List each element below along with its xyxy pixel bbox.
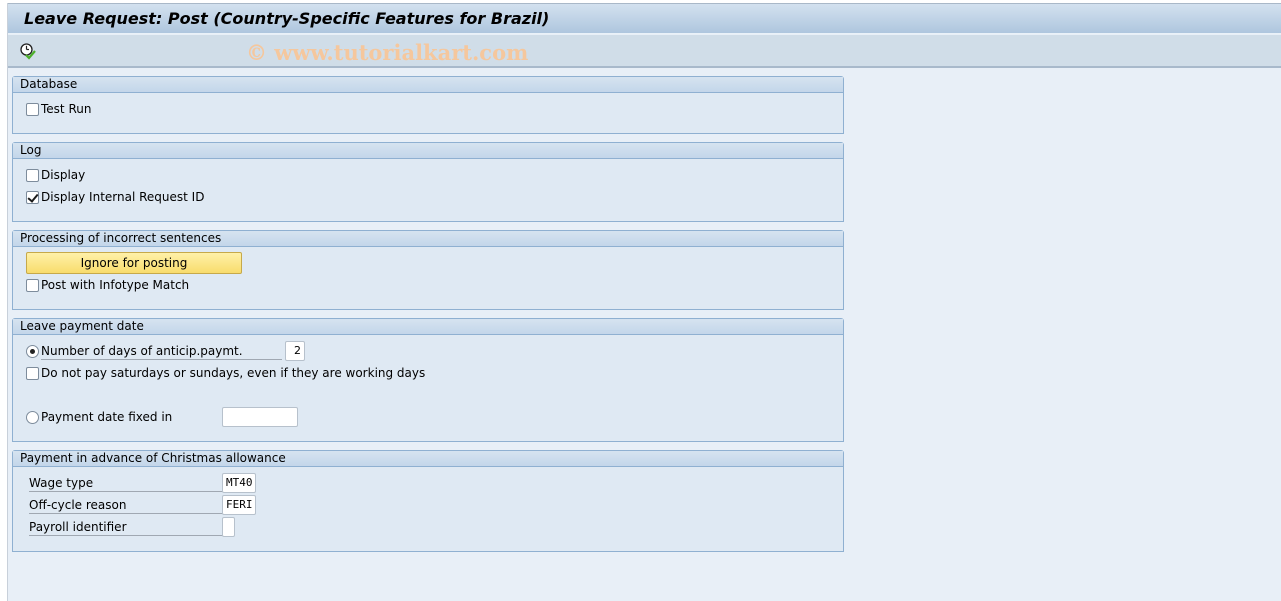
sap-window: Leave Request: Post (Country-Specific Fe… bbox=[7, 3, 1281, 601]
offcycle-reason-label: Off-cycle reason bbox=[29, 496, 223, 514]
payment-date-fixed-option[interactable]: Payment date fixed in bbox=[26, 408, 172, 426]
leave-payment-date-group: Leave payment date Number of days of ant… bbox=[12, 318, 844, 442]
payroll-identifier-label: Payroll identifier bbox=[29, 518, 223, 536]
payment-date-fixed-label: Payment date fixed in bbox=[41, 410, 173, 424]
display-checkbox[interactable] bbox=[26, 168, 39, 182]
execute-clock-check-icon[interactable] bbox=[19, 42, 37, 60]
post-infotype-match-label: Post with Infotype Match bbox=[41, 278, 190, 292]
days-anticip-input[interactable]: 2 bbox=[285, 341, 305, 361]
group-title: Leave payment date bbox=[13, 319, 843, 335]
display-internal-id-checkbox[interactable] bbox=[26, 190, 39, 204]
display-label: Display bbox=[41, 168, 86, 182]
offcycle-reason-input[interactable]: FERI bbox=[222, 495, 256, 515]
no-weekend-checkbox[interactable] bbox=[26, 366, 39, 380]
days-anticip-option[interactable]: Number of days of anticip.paymt. bbox=[26, 342, 282, 360]
log-group: Log Display Display Internal Request ID bbox=[12, 142, 844, 222]
wage-type-label: Wage type bbox=[29, 474, 223, 492]
display-internal-id-label: Display Internal Request ID bbox=[41, 190, 205, 204]
page-title: Leave Request: Post (Country-Specific Fe… bbox=[24, 9, 550, 28]
title-bar: Leave Request: Post (Country-Specific Fe… bbox=[8, 3, 1281, 34]
group-title: Payment in advance of Christmas allowanc… bbox=[13, 451, 843, 467]
no-weekend-option[interactable]: Do not pay saturdays or sundays, even if… bbox=[26, 364, 425, 382]
post-infotype-match-checkbox[interactable] bbox=[26, 278, 39, 292]
watermark-text: © www.tutorialkart.com bbox=[246, 40, 529, 65]
database-group: Database Test Run bbox=[12, 76, 844, 134]
test-run-label: Test Run bbox=[41, 102, 92, 116]
test-run-option[interactable]: Test Run bbox=[26, 100, 91, 118]
application-toolbar: © www.tutorialkart.com bbox=[8, 35, 1281, 68]
days-anticip-radio[interactable] bbox=[26, 344, 39, 358]
payroll-identifier-row: Payroll identifier bbox=[29, 518, 223, 536]
offcycle-reason-row: Off-cycle reason bbox=[29, 496, 223, 514]
wage-type-row: Wage type bbox=[29, 474, 223, 492]
days-anticip-label: Number of days of anticip.paymt. bbox=[41, 342, 282, 360]
group-title: Processing of incorrect sentences bbox=[13, 231, 843, 247]
display-option[interactable]: Display bbox=[26, 166, 85, 184]
display-internal-id-option[interactable]: Display Internal Request ID bbox=[26, 188, 204, 206]
christmas-allowance-group: Payment in advance of Christmas allowanc… bbox=[12, 450, 844, 552]
payment-date-fixed-input[interactable] bbox=[222, 407, 298, 427]
processing-group: Processing of incorrect sentences Ignore… bbox=[12, 230, 844, 310]
no-weekend-label: Do not pay saturdays or sundays, even if… bbox=[41, 366, 426, 380]
test-run-checkbox[interactable] bbox=[26, 102, 39, 116]
group-title: Database bbox=[13, 77, 843, 93]
payroll-identifier-input[interactable] bbox=[222, 517, 235, 537]
ignore-for-posting-button[interactable]: Ignore for posting bbox=[26, 252, 242, 274]
wage-type-input[interactable]: MT40 bbox=[222, 473, 256, 493]
post-infotype-match-option[interactable]: Post with Infotype Match bbox=[26, 276, 189, 294]
payment-date-fixed-radio[interactable] bbox=[26, 410, 39, 424]
group-title: Log bbox=[13, 143, 843, 159]
